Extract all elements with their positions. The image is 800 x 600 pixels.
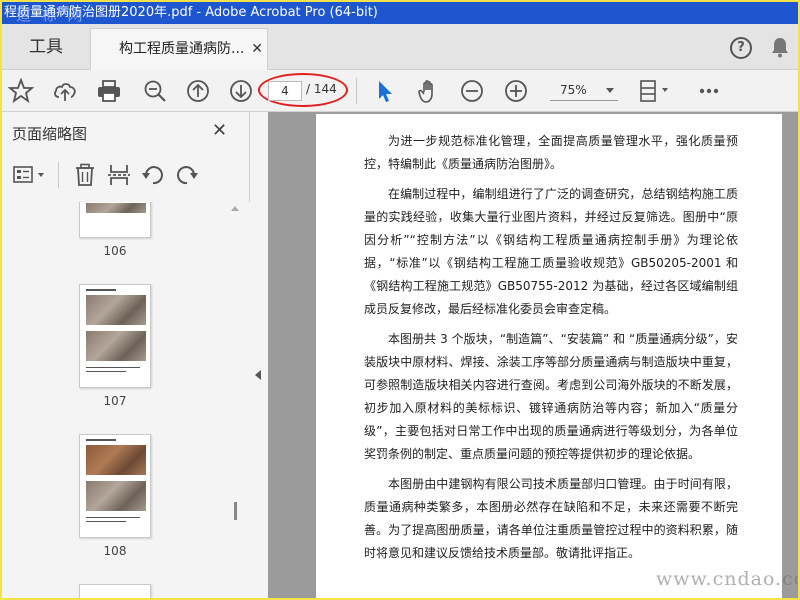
page-up-icon[interactable] (185, 78, 211, 104)
thumbnail-text-line (86, 439, 116, 441)
zoom-out-icon[interactable] (459, 78, 485, 104)
page-fit-icon[interactable] (638, 78, 672, 104)
tab-close-icon[interactable]: ✕ (251, 29, 263, 69)
page-thumbnail[interactable] (79, 584, 151, 598)
thumbnail-list: 106 107 108 (2, 202, 250, 598)
more-options-icon[interactable] (696, 78, 722, 104)
cloud-upload-icon[interactable] (52, 78, 78, 104)
thumbnail-photo (86, 203, 146, 213)
scroll-up-icon[interactable] (231, 206, 239, 211)
thumbnail-text-line (86, 517, 140, 518)
current-page-input[interactable]: 4 (268, 81, 302, 101)
document-view[interactable]: 为进一步规范标准化管理，全面提高质量管理水平，强化质量预控，特编制此《质量通病防… (268, 112, 798, 598)
rotate-left-icon[interactable] (140, 162, 166, 188)
delete-page-icon[interactable] (72, 162, 98, 188)
toolbar-divider (356, 78, 357, 104)
pdf-page: 为进一步规范标准化管理，全面提高质量管理水平，强化质量预控，特编制此《质量通病防… (316, 114, 782, 598)
page-thumbnail[interactable] (79, 284, 151, 388)
thumbnail-page-number: 107 (103, 394, 127, 408)
paragraph: 本图册由中建钢构有限公司技术质量部归口管理。由于时间有限，质量通病种类繁多，本图… (364, 477, 738, 560)
thumbnail-text-line (86, 289, 116, 291)
notification-bell-icon[interactable] (770, 36, 790, 58)
tab-bar: 工具 构工程质量通病防... ✕ ? (2, 24, 798, 70)
watermark-top: 道 标 网 (16, 6, 86, 24)
thumbnail-text-line (86, 521, 126, 522)
page-down-icon[interactable] (228, 78, 254, 104)
close-icon[interactable]: ✕ (212, 120, 227, 141)
zoom-level-value: 75% (560, 83, 587, 97)
paragraph: 在编制过程中，编制组进行了广泛的调查研究，总结钢结构施工质量的实践经验，收集大量… (364, 187, 738, 316)
thumbnail-options-icon[interactable] (12, 162, 48, 188)
insert-page-icon[interactable] (106, 162, 132, 188)
tab-document[interactable]: 构工程质量通病防... ✕ (90, 28, 268, 70)
watermark-bottom: www.cndao.com (656, 568, 798, 590)
thumbnail-photo (86, 481, 146, 511)
thumbnail-scrollbar[interactable] (230, 202, 240, 598)
tab-tools[interactable]: 工具 (2, 24, 90, 70)
print-icon[interactable] (96, 78, 122, 104)
thumbnails-panel: 页面缩略图 ✕ 106 107 108 (2, 112, 250, 598)
scrollbar-thumb[interactable] (234, 502, 237, 520)
window-title-bar: 程质量通病防治图册2020年.pdf - Adobe Acrobat Pro (… (2, 2, 798, 24)
thumbnail-text-line (86, 367, 140, 368)
zoom-in-icon[interactable] (503, 78, 529, 104)
tab-document-label: 构工程质量通病防... (119, 41, 245, 57)
main-toolbar: 4 / 144 75% (2, 70, 798, 112)
collapse-panel-icon[interactable] (255, 370, 261, 380)
paragraph: 为进一步规范标准化管理，全面提高质量管理水平，强化质量预控，特编制此《质量通病防… (364, 134, 738, 171)
thumbnail-page-number: 108 (103, 544, 127, 558)
select-pointer-icon[interactable] (372, 78, 398, 104)
hand-tool-icon[interactable] (416, 78, 442, 104)
paragraph: 本图册共 3 个版块，“制造篇”、“安装篇” 和 “质量通病分级”，安装版块中原… (364, 332, 738, 461)
zoom-level-select[interactable]: 75% (550, 81, 618, 101)
panel-splitter[interactable] (250, 112, 268, 598)
help-icon[interactable]: ? (730, 37, 752, 59)
page-thumbnail[interactable] (79, 202, 151, 238)
total-pages-label: / 144 (306, 82, 337, 96)
rotate-right-icon[interactable] (174, 162, 200, 188)
thumbnail-text-line (86, 371, 126, 372)
page-thumbnail[interactable] (79, 434, 151, 538)
thumbnail-photo (86, 445, 146, 475)
acrobat-window: 程质量通病防治图册2020年.pdf - Adobe Acrobat Pro (… (2, 2, 798, 598)
thumbnail-photo (86, 331, 146, 361)
thumbnail-page-number: 106 (103, 244, 127, 258)
chevron-down-icon (606, 88, 614, 93)
bookmark-star-icon[interactable] (8, 78, 34, 104)
panel-title: 页面缩略图 (12, 125, 88, 143)
thumbnail-toolbar (2, 158, 250, 192)
sidebar-toolbar-divider (58, 162, 59, 188)
thumbnail-photo (86, 295, 146, 325)
zoom-out-magnifier-icon[interactable] (142, 78, 168, 104)
